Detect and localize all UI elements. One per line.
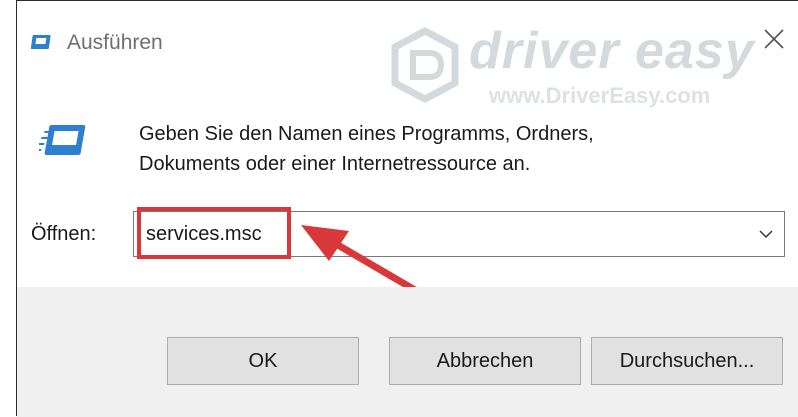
title-bar: Ausführen driver easy www.DriverEasy.com bbox=[17, 1, 798, 108]
run-program-icon bbox=[39, 125, 86, 155]
open-input[interactable] bbox=[146, 212, 726, 256]
browse-button[interactable]: Durchsuchen... bbox=[591, 337, 783, 385]
watermark-brand: driver easy bbox=[469, 22, 755, 80]
cancel-button[interactable]: Abbrechen bbox=[389, 337, 581, 385]
button-bar: OK Abbrechen Durchsuchen... bbox=[17, 287, 798, 417]
ok-button[interactable]: OK bbox=[167, 337, 359, 385]
watermark: driver easy www.DriverEasy.com bbox=[389, 17, 754, 108]
window-title: Ausführen bbox=[67, 31, 163, 54]
close-button[interactable] bbox=[758, 23, 790, 55]
open-label: Öffnen: bbox=[31, 223, 97, 245]
description-line-1: Geben Sie den Namen eines Programms, Ord… bbox=[139, 123, 594, 145]
description-line-2: Dokuments oder einer Internetressource a… bbox=[139, 153, 531, 175]
chevron-down-icon[interactable] bbox=[756, 224, 776, 244]
run-dialog-window: Ausführen driver easy www.DriverEasy.com bbox=[16, 0, 798, 417]
close-icon bbox=[764, 29, 784, 49]
open-combobox[interactable] bbox=[133, 211, 785, 257]
dialog-description: Geben Sie den Namen eines Programms, Ord… bbox=[139, 119, 739, 179]
run-dialog-icon bbox=[31, 35, 51, 49]
watermark-url: www.DriverEasy.com bbox=[489, 83, 711, 108]
watermark-logo-icon bbox=[391, 27, 459, 103]
